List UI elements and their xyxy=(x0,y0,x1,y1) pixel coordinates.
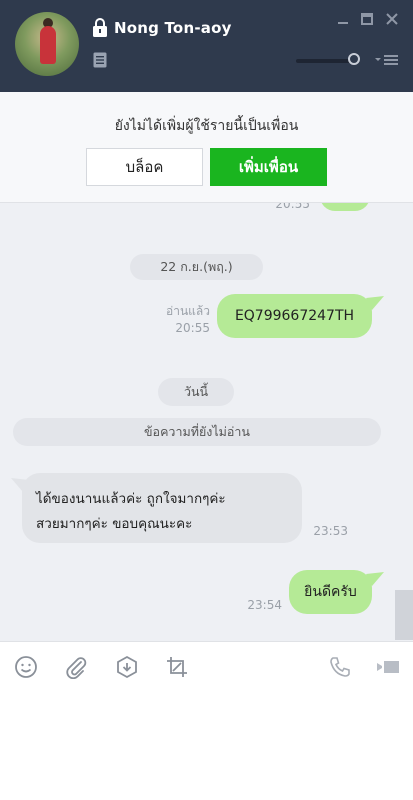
chat-scrollbar[interactable] xyxy=(395,590,413,640)
outgoing-message[interactable]: ยินดีครับ xyxy=(289,570,372,614)
emoji-icon[interactable] xyxy=(14,655,38,679)
unread-divider: ข้อความที่ยังไม่อ่าน xyxy=(13,418,381,446)
contact-name[interactable]: Nong Ton-aoy xyxy=(114,19,232,37)
incoming-message-line: ได้ของนานแล้วค่ะ ถูกใจมากๆค่ะ xyxy=(36,491,226,507)
message-time: 20:55 xyxy=(175,321,210,335)
bubble-tail-out xyxy=(366,572,384,586)
add-friend-button[interactable]: เพิ่มเพื่อน xyxy=(210,148,327,186)
lock-icon xyxy=(93,18,107,37)
message-time-partial: 20:55 xyxy=(275,203,310,211)
screenshot-icon[interactable] xyxy=(165,655,189,679)
attach-icon[interactable] xyxy=(64,655,88,679)
message-bubble-partial[interactable] xyxy=(320,203,370,211)
message-time: 23:53 xyxy=(313,524,348,538)
chat-header: Nong Ton-aoy xyxy=(0,0,413,92)
maximize-icon[interactable] xyxy=(360,12,374,26)
notice-text: ยังไม่ได้เพิ่มผู้ใช้รายนี้เป็นเพื่อน xyxy=(114,118,299,134)
block-button[interactable]: บล็อค xyxy=(86,148,203,186)
menu-icon[interactable] xyxy=(375,55,399,65)
slider-thumb[interactable] xyxy=(348,53,360,65)
read-receipt: อ่านแล้ว xyxy=(166,304,210,318)
keep-icon[interactable] xyxy=(115,655,139,679)
message-input[interactable] xyxy=(0,690,413,800)
minimize-icon[interactable] xyxy=(336,12,350,26)
date-divider: 22 ก.ย.(พฤ.) xyxy=(130,254,263,280)
friend-notice-bar: ยังไม่ได้เพิ่มผู้ใช้รายนี้เป็นเพื่อน บล็… xyxy=(0,92,413,203)
message-time: 23:54 xyxy=(247,598,282,612)
outgoing-message[interactable]: EQ799667247TH xyxy=(217,294,372,338)
incoming-message[interactable]: ได้ของนานแล้วค่ะ ถูกใจมากๆค่ะ สวยมากๆค่ะ… xyxy=(22,473,302,543)
contact-avatar[interactable] xyxy=(15,12,79,76)
call-icon[interactable] xyxy=(328,655,352,679)
message-toolbar xyxy=(0,641,413,691)
today-divider: วันนี้ xyxy=(158,378,234,406)
bubble-tail-out xyxy=(366,296,384,310)
incoming-message-line: สวยมากๆค่ะ ขอบคุณนะคะ xyxy=(36,516,193,532)
close-icon[interactable] xyxy=(385,12,399,26)
chat-area[interactable]: 20:55 22 ก.ย.(พฤ.) อ่านแล้ว 20:55 EQ7996… xyxy=(0,203,413,641)
video-call-icon[interactable] xyxy=(376,655,400,679)
memo-icon[interactable] xyxy=(93,52,107,68)
